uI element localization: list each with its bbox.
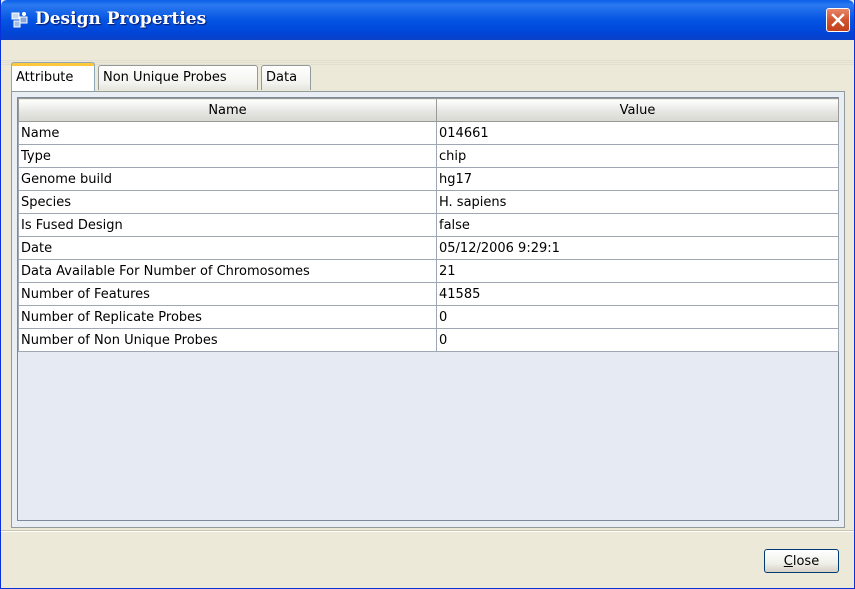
row-value-cell[interactable]: 0	[436, 328, 839, 352]
close-button-mnemonic: C	[783, 554, 793, 569]
row-name-cell[interactable]: Type	[18, 144, 437, 168]
table-row[interactable]: Genome build hg17	[18, 167, 839, 191]
table-row[interactable]: Date 05/12/2006 9:29:1	[18, 236, 839, 260]
column-header-name[interactable]: Name	[18, 98, 437, 122]
title-bar[interactable]: Design Properties	[1, 0, 854, 40]
row-name-cell[interactable]: Species	[18, 190, 437, 214]
table-row[interactable]: Number of Replicate Probes 0	[18, 305, 839, 329]
tab-panel-attribute: Name Value Name 014661 Type chip Genome bu…	[11, 91, 845, 528]
table-row[interactable]: Number of Features 41585	[18, 282, 839, 306]
row-value-cell[interactable]: 0	[436, 305, 839, 329]
table-row[interactable]: Number of Non Unique Probes 0	[18, 328, 839, 352]
row-value-cell[interactable]: 014661	[436, 121, 839, 145]
table-header-row: Name Value	[18, 98, 839, 122]
row-value-cell[interactable]: false	[436, 213, 839, 237]
close-button-label: lose	[792, 554, 820, 569]
footer-separator	[1, 530, 854, 532]
row-value-cell[interactable]: hg17	[436, 167, 839, 191]
window-close-button[interactable]	[826, 8, 850, 32]
row-name-cell[interactable]: Number of Features	[18, 282, 437, 306]
table-row[interactable]: Species H. sapiens	[18, 190, 839, 214]
row-value-cell[interactable]: 21	[436, 259, 839, 283]
row-value-cell[interactable]: H. sapiens	[436, 190, 839, 214]
tab-data[interactable]: Data	[261, 65, 311, 90]
row-name-cell[interactable]: Date	[18, 236, 437, 260]
close-icon	[831, 13, 845, 27]
row-name-cell[interactable]: Is Fused Design	[18, 213, 437, 237]
row-name-cell[interactable]: Data Available For Number of Chromosomes	[18, 259, 437, 283]
application-icon	[11, 11, 29, 29]
row-name-cell[interactable]: Name	[18, 121, 437, 145]
column-header-value[interactable]: Value	[436, 98, 839, 122]
row-name-cell[interactable]: Number of Replicate Probes	[18, 305, 437, 329]
row-value-cell[interactable]: 05/12/2006 9:29:1	[436, 236, 839, 260]
design-properties-dialog: Design Properties Attribute Non Unique P…	[0, 0, 855, 589]
window-title: Design Properties	[35, 9, 207, 29]
tab-attribute[interactable]: Attribute	[11, 62, 95, 91]
table-row[interactable]: Data Available For Number of Chromosomes…	[18, 259, 839, 283]
table-row[interactable]: Is Fused Design false	[18, 213, 839, 237]
table-row[interactable]: Type chip	[18, 144, 839, 168]
properties-table[interactable]: Name Value Name 014661 Type chip Genome bu…	[17, 97, 839, 521]
table-row[interactable]: Name 014661	[18, 121, 839, 145]
row-name-cell[interactable]: Number of Non Unique Probes	[18, 328, 437, 352]
close-button[interactable]: Close	[764, 549, 839, 573]
row-value-cell[interactable]: 41585	[436, 282, 839, 306]
row-name-cell[interactable]: Genome build	[18, 167, 437, 191]
row-value-cell[interactable]: chip	[436, 144, 839, 168]
tab-non-unique-probes[interactable]: Non Unique Probes	[98, 65, 258, 90]
